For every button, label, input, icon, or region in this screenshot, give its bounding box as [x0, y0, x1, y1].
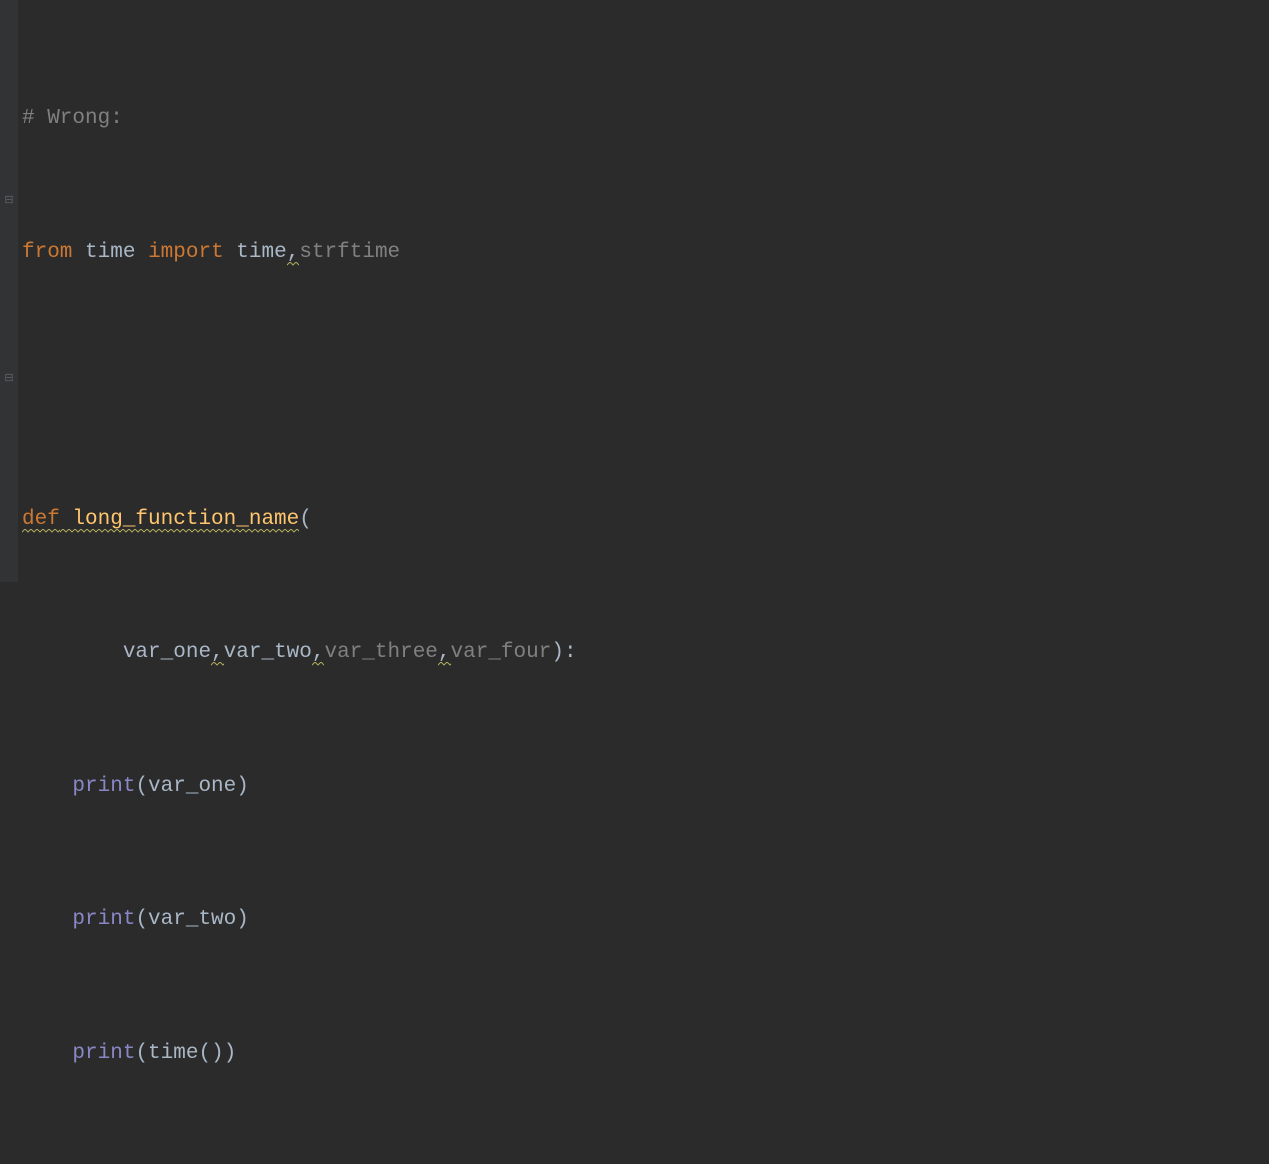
param-unused: var_three	[324, 641, 437, 664]
warning-underline: ,	[438, 641, 451, 666]
paren-open: (	[135, 775, 148, 798]
code-line[interactable]: var_one,var_two,var_three,var_four):	[22, 631, 1269, 676]
identifier-token: var_one	[148, 775, 236, 798]
function-name	[60, 508, 73, 533]
builtin-call: print	[72, 908, 135, 931]
editor-gutter: ⊟ ⊟	[0, 0, 18, 582]
keyword-from: from	[22, 241, 72, 264]
blank-line[interactable]	[22, 364, 1269, 409]
paren-close: ):	[551, 641, 576, 664]
code-editor[interactable]: # Wrong: from time import time,strftime …	[0, 0, 1269, 1164]
warning-underline: ,	[211, 641, 224, 666]
param-unused: var_four	[451, 641, 552, 664]
function-name: long_function_name	[72, 508, 299, 533]
indent	[22, 775, 72, 798]
code-line[interactable]: print(var_one)	[22, 765, 1269, 810]
indent	[22, 1042, 72, 1065]
module-name: time	[85, 241, 135, 264]
code-line[interactable]: print(var_two)	[22, 898, 1269, 943]
paren-close: )	[224, 1042, 237, 1065]
code-line[interactable]: # Wrong:	[22, 97, 1269, 142]
import-name: time	[236, 241, 286, 264]
warning-underline: ,	[312, 641, 325, 666]
indent	[22, 641, 123, 664]
code-line[interactable]: print(time())	[22, 1032, 1269, 1077]
indent	[22, 908, 72, 931]
import-unused: strftime	[299, 241, 400, 264]
builtin-call: print	[72, 1042, 135, 1065]
identifier-token: var_two	[148, 908, 236, 931]
warning-underline: ,	[287, 241, 300, 266]
fold-marker-icon[interactable]: ⊟	[2, 374, 16, 385]
builtin-call: print	[72, 775, 135, 798]
paren-pair: ()	[198, 1042, 223, 1065]
param-token: var_two	[224, 641, 312, 664]
code-line[interactable]: def long_function_name(	[22, 498, 1269, 543]
paren-open: (	[299, 508, 312, 531]
fold-marker-icon[interactable]: ⊟	[2, 196, 16, 207]
param-token: var_one	[123, 641, 211, 664]
code-line[interactable]: from time import time,strftime	[22, 231, 1269, 276]
function-call: time	[148, 1042, 198, 1065]
paren-open: (	[135, 908, 148, 931]
keyword-def: def	[22, 508, 60, 533]
paren-close: )	[236, 775, 249, 798]
keyword-import: import	[148, 241, 224, 264]
comment-token: # Wrong:	[22, 107, 123, 130]
paren-close: )	[236, 908, 249, 931]
paren-open: (	[135, 1042, 148, 1065]
